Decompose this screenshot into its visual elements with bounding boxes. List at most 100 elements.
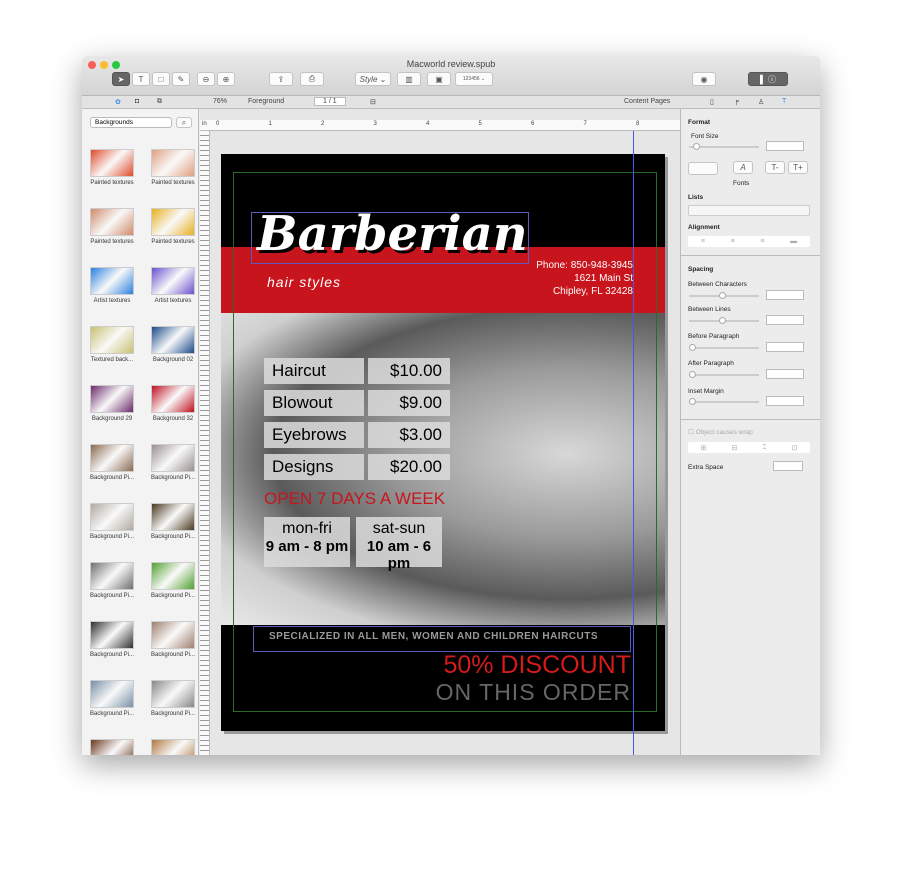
- style-button[interactable]: Style ⌄: [355, 72, 391, 86]
- layout-tab-icon[interactable]: ╒: [734, 98, 739, 105]
- between-chars-label: Between Characters: [688, 281, 747, 288]
- item-label: Artist textures: [154, 298, 192, 304]
- before-paragraph-slider[interactable]: [689, 344, 759, 351]
- library-item[interactable]: Background Pi...: [143, 444, 203, 481]
- columns-icon[interactable]: ▥: [397, 72, 421, 86]
- fonts-button[interactable]: A: [733, 161, 753, 174]
- share-icon[interactable]: ⇪: [269, 72, 293, 86]
- increase-size-button[interactable]: T+: [788, 161, 808, 174]
- library-item[interactable]: Background Pi...: [82, 562, 142, 599]
- preview-eye-icon[interactable]: ◉: [692, 72, 716, 86]
- text-tab-icon[interactable]: T: [782, 98, 786, 105]
- item-label: Background Pi...: [89, 534, 135, 540]
- font-size-slider[interactable]: [689, 143, 759, 150]
- align-center-icon[interactable]: ≡: [731, 238, 735, 245]
- text-tool[interactable]: T: [132, 72, 150, 86]
- after-paragraph-field[interactable]: [766, 369, 804, 379]
- library-item[interactable]: Background 32: [143, 385, 203, 422]
- page-field[interactable]: 1 / 1: [314, 97, 346, 106]
- zoom-in-icon[interactable]: ⊕: [217, 72, 235, 86]
- between-chars-slider[interactable]: [689, 292, 759, 299]
- library-item[interactable]: Background 29: [82, 385, 142, 422]
- library-item[interactable]: Painted textures: [143, 208, 203, 245]
- inset-margin-slider[interactable]: [689, 398, 759, 405]
- library-item[interactable]: Textured back...: [82, 326, 142, 363]
- window-title: Macworld review.spub: [406, 59, 496, 69]
- library-item[interactable]: Background Pi...: [143, 562, 203, 599]
- zoom-select[interactable]: 76%: [213, 98, 227, 105]
- font-size-field[interactable]: [766, 141, 804, 151]
- shapes-icon[interactable]: ⧉: [157, 98, 162, 106]
- camera-icon[interactable]: ◘: [135, 98, 139, 105]
- image-icon[interactable]: ▣: [427, 72, 451, 86]
- extra-space-field[interactable]: [773, 461, 803, 471]
- font-size-label: Font Size: [691, 133, 719, 140]
- zoom-out-icon[interactable]: ⊖: [197, 72, 215, 86]
- library-item[interactable]: Background Pi...: [82, 621, 142, 658]
- thumbnail-image: [90, 326, 134, 354]
- fill-tab-icon[interactable]: ♙: [758, 98, 764, 106]
- library-item[interactable]: Background Pi...: [82, 503, 142, 540]
- item-label: Background Pi...: [150, 711, 196, 717]
- facing-pages-icon[interactable]: ⊟: [370, 98, 376, 106]
- library-item[interactable]: Background 02: [143, 326, 203, 363]
- color-well[interactable]: [688, 162, 718, 175]
- library-item[interactable]: Background Pi...: [82, 680, 142, 717]
- thumbnail-image: [151, 267, 195, 295]
- sidebar-inspector-toggle[interactable]: ▌ ⓘ: [748, 72, 788, 86]
- inspector: Format Font Size A Fonts T- T+ Lists Ali…: [680, 109, 820, 755]
- wrap-mode-control[interactable]: ⊞ ⊟ ⌶ ⊡: [688, 442, 810, 453]
- library-item[interactable]: Artist textures: [143, 267, 203, 304]
- style-label: Style: [359, 74, 378, 84]
- library-item[interactable]: [82, 739, 142, 755]
- after-paragraph-slider[interactable]: [689, 371, 759, 378]
- library-item[interactable]: Painted textures: [82, 149, 142, 186]
- ruler-tick: 1: [268, 121, 272, 127]
- library-item[interactable]: Painted textures: [82, 208, 142, 245]
- alignment-control[interactable]: ≡ ≡ ≡ ▬: [688, 236, 810, 247]
- document-tab-icon[interactable]: ▯: [710, 98, 714, 106]
- ruler-tick: 6: [531, 121, 535, 127]
- between-chars-field[interactable]: [766, 290, 804, 300]
- library-item[interactable]: Background Pi...: [82, 444, 142, 481]
- library-item[interactable]: Artist textures: [82, 267, 142, 304]
- layer-select[interactable]: Foreground: [248, 98, 284, 105]
- barcode-button[interactable]: 123456 ⌄: [455, 72, 493, 86]
- format-bar: ✿ ◘ ⧉ 76% Foreground 1 / 1 ⊟ Content Pag…: [82, 96, 820, 109]
- search-icon[interactable]: ⌕: [176, 117, 192, 128]
- ruler-tick: 7: [583, 121, 587, 127]
- library-item[interactable]: Background Pi...: [143, 503, 203, 540]
- shape-tool[interactable]: □: [152, 72, 170, 86]
- selection-box: [251, 212, 529, 264]
- item-label: Textured back...: [90, 357, 134, 363]
- wrap-checkbox[interactable]: ☐ Object causes wrap: [688, 428, 753, 436]
- poster-page[interactable]: Barberian hair styles Phone: 850-948-394…: [221, 154, 665, 731]
- justify-icon[interactable]: ▬: [790, 238, 797, 245]
- item-label: Background Pi...: [89, 593, 135, 599]
- between-lines-slider[interactable]: [689, 317, 759, 324]
- inset-margin-field[interactable]: [766, 396, 804, 406]
- library-item[interactable]: Painted textures: [143, 149, 203, 186]
- ruler-tick: 4: [426, 121, 430, 127]
- list-select[interactable]: [688, 205, 810, 216]
- align-left-icon[interactable]: ≡: [701, 238, 705, 245]
- category-label: Backgrounds: [95, 119, 133, 126]
- content-pages-select[interactable]: Content Pages: [624, 98, 670, 105]
- category-select[interactable]: Backgrounds: [90, 117, 172, 128]
- pointer-tool[interactable]: ➤: [112, 72, 130, 86]
- before-paragraph-field[interactable]: [766, 342, 804, 352]
- vertical-guide[interactable]: [633, 131, 634, 755]
- between-lines-field[interactable]: [766, 315, 804, 325]
- library-icon[interactable]: ✿: [115, 98, 121, 106]
- barcode-icon: 123456: [462, 76, 480, 82]
- thumbnail-image: [90, 149, 134, 177]
- print-icon[interactable]: ⎙: [300, 72, 324, 86]
- decrease-size-button[interactable]: T-: [765, 161, 785, 174]
- pen-tool[interactable]: ✎: [172, 72, 190, 86]
- library-item[interactable]: Background Pi...: [143, 621, 203, 658]
- align-right-icon[interactable]: ≡: [760, 238, 764, 245]
- library-item[interactable]: Background Pi...: [143, 680, 203, 717]
- canvas[interactable]: in 0 1 2 3 4 5 6 7 8 Barberian hair styles Phone:…: [200, 109, 680, 755]
- library-item[interactable]: [143, 739, 203, 755]
- item-label: Artist textures: [93, 298, 131, 304]
